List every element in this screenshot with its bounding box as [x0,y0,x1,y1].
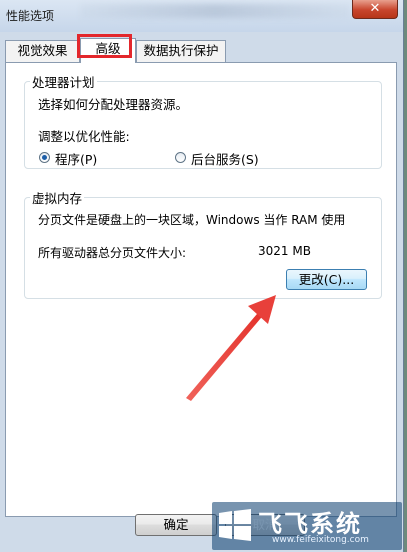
group-title: 处理器计划 [32,75,95,90]
windows-logo-icon [219,509,251,541]
programs-radio[interactable] [39,152,50,163]
tab-label: 数据执行保护 [143,43,219,58]
background-services-radio-label[interactable]: 后台服务(S) [191,149,259,168]
watermark-logo: 飞飞系统 www.feifeixitong.com [212,502,402,550]
tab-visual-effects[interactable]: 视觉效果 [5,40,80,62]
close-icon: ✕ [369,1,381,16]
total-paging-file-label: 所有驱动器总分页文件大小: [38,246,187,260]
highlight-box [77,34,132,58]
close-button[interactable]: ✕ [352,0,398,19]
background-services-radio[interactable] [175,152,186,163]
adjust-for-label: 调整以优化性能: [38,129,130,144]
window-title: 性能选项 [6,9,55,23]
tab-label: 视觉效果 [17,43,68,58]
tab-data-execution-prevention[interactable]: 数据执行保护 [136,40,226,62]
group-title: 虚拟内存 [32,191,83,206]
total-paging-file-value: 3021 MB [258,244,311,258]
watermark-text: 飞飞系统 [258,510,362,538]
performance-options-window: 性能选项 ✕ 视觉效果 高级 数据执行保护 处理器计划 选择如何分配处理器资源。… [0,0,404,552]
change-button[interactable]: 更改(C)... [286,269,367,290]
virtual-memory-description: 分页文件是硬盘上的一块区域，Windows 当作 RAM 使用 [38,213,346,227]
blurred-background-title [80,4,350,18]
programs-radio-label[interactable]: 程序(P) [55,149,97,168]
watermark-url: www.feifeixitong.com [272,535,369,545]
ok-button[interactable]: 确定 [135,514,217,536]
title-bar[interactable]: 性能选项 ✕ [0,0,403,32]
processor-description: 选择如何分配处理器资源。 [38,97,189,112]
